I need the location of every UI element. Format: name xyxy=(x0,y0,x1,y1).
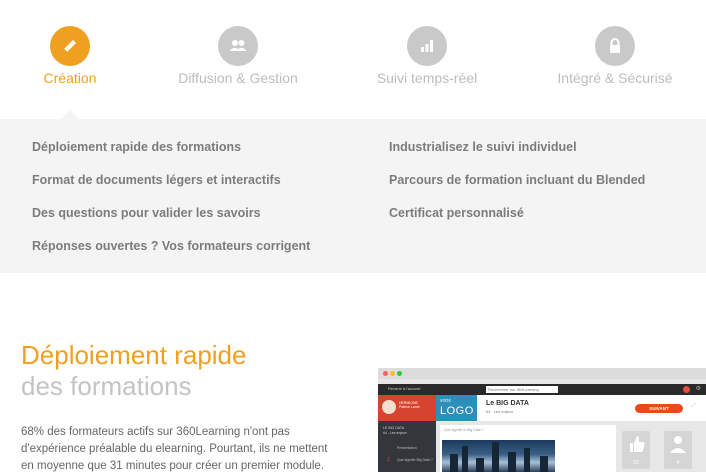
tab-label: Création xyxy=(43,70,97,86)
building-shape xyxy=(476,458,484,472)
window-minimize-dot xyxy=(390,371,395,376)
browser-chrome xyxy=(378,368,706,379)
mock-people-tile: 4 xyxy=(664,431,692,469)
building-shape xyxy=(492,442,499,472)
feature-list-left: Déploiement rapide des formations Format… xyxy=(32,139,310,271)
tab-label: Diffusion & Gestion xyxy=(178,70,298,86)
people-count: 4 xyxy=(676,460,680,466)
building-shape xyxy=(540,456,548,472)
expand-icon: ⤢ xyxy=(691,403,696,409)
tab-label: Intégré & Sécurisé xyxy=(557,70,673,86)
section-body: 68% des formateurs actifs sur 360Learnin… xyxy=(21,426,328,472)
lock-icon xyxy=(595,26,635,66)
feature-link[interactable]: Déploiement rapide des formations xyxy=(32,139,310,172)
window-maximize-dot xyxy=(397,371,402,376)
gear-icon: ⚙ xyxy=(695,386,701,392)
app-screenshot-mockup: Revenir à l'accueil Rechercher sur 360Le… xyxy=(378,368,706,472)
tab-diffusion-gestion[interactable]: Diffusion & Gestion xyxy=(168,0,308,119)
bar-chart-icon xyxy=(407,26,447,66)
mock-topbar: Revenir à l'accueil Rechercher sur 360Le… xyxy=(378,384,706,395)
building-shape xyxy=(450,454,458,472)
notification-icon xyxy=(683,386,690,393)
mock-like-tile: 33 xyxy=(622,431,650,469)
feature-link[interactable]: Des questions pour valider les savoirs xyxy=(32,205,310,238)
feature-link[interactable]: Certificat personnalisé xyxy=(389,205,645,238)
building-shape xyxy=(524,448,530,472)
mock-user-sub: Patrice Lamb xyxy=(399,405,420,409)
mock-nav-number: 2 xyxy=(387,457,390,463)
city-image xyxy=(442,440,555,472)
thumbs-up-icon xyxy=(630,436,645,452)
mock-content-header: votre LOGO Le BIG DATA #4 : Les enjeux S… xyxy=(436,395,706,421)
like-count: 33 xyxy=(633,460,639,466)
users-icon xyxy=(218,26,258,66)
avatar xyxy=(382,400,396,414)
window-close-dot xyxy=(383,371,388,376)
mock-logo-big: LOGO xyxy=(440,405,474,417)
feature-link[interactable]: Réponses ouvertes ? Vos formateurs corri… xyxy=(32,238,310,271)
feature-link[interactable]: Format de documents légers et interactif… xyxy=(32,172,310,205)
mock-question: Que signifie le Big Data ? xyxy=(444,428,484,432)
building-shape xyxy=(508,452,516,472)
mock-search-input: Rechercher sur 360Learning xyxy=(486,386,558,393)
section-title-line1: Déploiement rapide xyxy=(21,340,247,370)
mock-user-card: HERMIONE Patrice Lamb xyxy=(378,395,436,421)
mock-course-title: LE BIG DATA xyxy=(383,426,405,430)
mock-logo-small: votre xyxy=(440,398,452,404)
person-icon xyxy=(670,436,686,453)
feature-panel: Déploiement rapide des formations Format… xyxy=(0,119,706,273)
feature-link[interactable]: Industrialisez le suivi individuel xyxy=(389,139,645,172)
feature-link[interactable]: Parcours de formation incluant du Blende… xyxy=(389,172,645,205)
mock-next-button: SUIVANT xyxy=(635,404,683,413)
mock-content-sub: #4 : Les enjeux xyxy=(486,409,514,414)
mock-section-title: LE BIG DATA #4 : Les enjeux xyxy=(383,426,407,435)
tab-integre-securise[interactable]: Intégré & Sécurisé xyxy=(550,0,680,119)
feature-tabs: Création Diffusion & Gestion Suivi temps… xyxy=(0,0,706,119)
building-shape xyxy=(462,446,468,472)
tab-label: Suivi temps-réel xyxy=(376,70,478,86)
tab-suivi-temps-reel[interactable]: Suivi temps-réel xyxy=(367,0,487,119)
mock-content-card: Que signifie le Big Data ? xyxy=(440,425,616,472)
mock-back-link: Revenir à l'accueil xyxy=(388,386,421,391)
pencil-icon xyxy=(50,26,90,66)
mock-nav-item: Présentation xyxy=(397,446,417,450)
feature-list-right: Industrialisez le suivi individuel Parco… xyxy=(389,139,645,238)
mock-nav-item: Que signifie Big Data ? xyxy=(397,458,433,462)
mock-content-title: Le BIG DATA xyxy=(486,400,529,407)
mock-logo: votre LOGO xyxy=(436,395,477,421)
mock-user-info: HERMIONE Patrice Lamb xyxy=(399,401,420,409)
tab-creation[interactable]: Création xyxy=(20,0,120,119)
mock-course-sub: #4 : Les enjeux xyxy=(383,430,407,435)
section-title: Déploiement rapide des formations xyxy=(21,340,246,402)
section-title-line2: des formations xyxy=(21,371,192,401)
mock-sidebar: HERMIONE Patrice Lamb LE BIG DATA #4 : L… xyxy=(378,395,436,472)
